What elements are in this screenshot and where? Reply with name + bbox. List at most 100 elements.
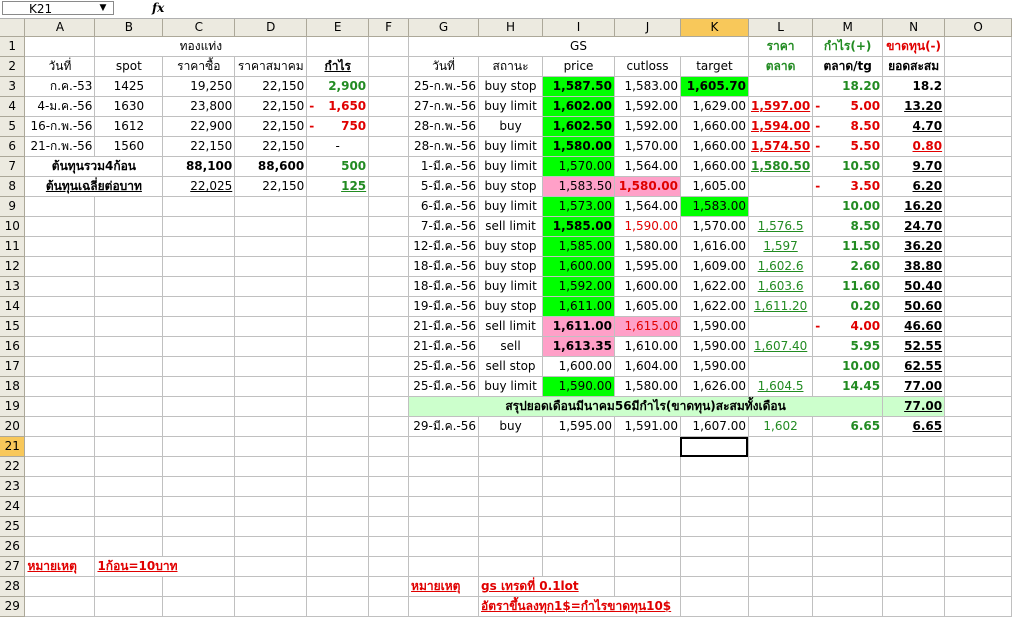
cell[interactable] [24,596,96,617]
total-profit-cell[interactable]: 500 [306,156,370,177]
gold-spot-cell[interactable]: 1630 [94,96,164,117]
gold-profit-cell[interactable]: 2,900 [306,76,370,97]
gs-date-cell[interactable]: 28-ก.พ.-56 [408,116,480,137]
cell[interactable] [944,476,1012,497]
cell[interactable] [162,336,236,357]
gs-target-cell[interactable]: 1,660.00 [680,136,749,157]
cell[interactable] [234,576,308,597]
cell[interactable] [944,76,1012,97]
cell[interactable] [812,476,884,497]
row-header[interactable]: 11 [0,236,26,257]
cell[interactable] [306,476,370,497]
cell[interactable] [614,496,681,517]
cell[interactable] [306,356,370,377]
cell[interactable] [306,556,370,577]
cell[interactable] [94,376,164,397]
cell[interactable] [542,556,615,577]
cell[interactable] [944,356,1012,377]
cell[interactable] [812,576,884,597]
gs-profit-cell[interactable]: 10.00 [812,356,884,377]
cell[interactable] [944,316,1012,337]
cell[interactable] [306,596,370,617]
cell[interactable] [542,536,615,557]
cell[interactable] [94,336,164,357]
cell[interactable] [24,276,96,297]
gs-cutloss-cell[interactable]: 1,580.00 [614,236,681,257]
market-subheader-cell[interactable]: ตลาด [748,56,814,77]
cell[interactable] [614,516,681,537]
gs-date-cell[interactable]: 12-มี.ค.-56 [408,236,480,257]
cell[interactable] [944,396,1012,417]
gs-cutloss-cell[interactable]: 1,580.00 [614,176,681,197]
gs-market-cell[interactable] [748,76,814,97]
cell[interactable] [368,356,410,377]
cell[interactable] [162,456,236,477]
cell[interactable] [162,436,236,457]
gs-date-header[interactable]: วันที่ [408,56,480,77]
cell[interactable] [306,296,370,317]
gs-status-cell[interactable]: buy stop [478,236,544,257]
cell[interactable] [368,216,410,237]
cell[interactable] [812,516,884,537]
gs-target-cell[interactable]: 1,583.00 [680,196,749,217]
avg-buy-cell[interactable]: 22,025 [162,176,236,197]
cell[interactable] [24,436,96,457]
cell[interactable] [306,196,370,217]
cell[interactable] [94,276,164,297]
gs-price-cell[interactable]: 1,611.00 [542,316,615,337]
cell[interactable] [306,576,370,597]
cell[interactable] [542,436,615,457]
cell[interactable] [882,556,946,577]
cell[interactable] [24,356,96,377]
cell[interactable] [306,516,370,537]
gs-target-cell[interactable]: 1,622.00 [680,296,749,317]
gold-date-cell[interactable]: 16-ก.พ.-56 [24,116,96,137]
gs-cumulative-cell[interactable]: 13.20 [882,96,946,117]
cell[interactable] [882,536,946,557]
gs-cumulative-cell[interactable]: 50.40 [882,276,946,297]
cell[interactable] [944,336,1012,357]
cell[interactable] [748,596,814,617]
cell[interactable] [478,556,544,577]
gs-cumulative-cell[interactable]: 24.70 [882,216,946,237]
gs-market-cell[interactable]: 1,594.00 [748,116,814,137]
gs-status-cell[interactable]: buy limit [478,376,544,397]
profit-header-cell[interactable]: กำไร(+) [812,36,884,57]
gs-cumulative-cell[interactable]: 18.2 [882,76,946,97]
cell[interactable] [162,596,236,617]
row-header[interactable]: 1 [0,36,26,57]
gs-profit-cell[interactable]: 5.95 [812,336,884,357]
gold-spot-cell[interactable]: 1560 [94,136,164,157]
gs-profit-cell[interactable]: - 8.50 [812,116,884,137]
gs-cutloss-header[interactable]: cutloss [614,56,681,77]
gold-date-cell[interactable]: 21-ก.พ.-56 [24,136,96,157]
gs-cutloss-cell[interactable]: 1,590.00 [614,216,681,237]
cell[interactable] [368,196,410,217]
gs-profit-cell[interactable]: 6.65 [812,416,884,437]
cell[interactable] [24,216,96,237]
gs-date-cell[interactable]: 28-ก.พ.-56 [408,136,480,157]
cell[interactable] [368,236,410,257]
cell[interactable] [162,476,236,497]
gs-cumulative-cell[interactable]: 62.55 [882,356,946,377]
cell[interactable] [944,56,1012,77]
cell[interactable] [680,496,749,517]
gs-cumulative-cell[interactable]: 16.20 [882,196,946,217]
gs-profit-cell[interactable]: 8.50 [812,216,884,237]
gs-status-cell[interactable]: buy limit [478,156,544,177]
gs-cutloss-cell[interactable]: 1,605.00 [614,296,681,317]
cell[interactable] [24,336,96,357]
cell[interactable] [94,236,164,257]
gs-target-cell[interactable]: 1,605.70 [680,76,749,97]
avg-assoc-cell[interactable]: 22,150 [234,176,308,197]
cell[interactable] [94,596,164,617]
gs-cumulative-cell[interactable]: 46.60 [882,316,946,337]
gs-cumulative-cell[interactable]: 0.80 [882,136,946,157]
cell[interactable] [234,456,308,477]
cell[interactable] [944,376,1012,397]
cell[interactable] [614,536,681,557]
row-header[interactable]: 22 [0,456,26,477]
gs-status-cell[interactable]: buy stop [478,296,544,317]
gold-header-cell[interactable]: วันที่ [24,56,96,77]
gs-price-cell[interactable]: 1,600.00 [542,256,615,277]
